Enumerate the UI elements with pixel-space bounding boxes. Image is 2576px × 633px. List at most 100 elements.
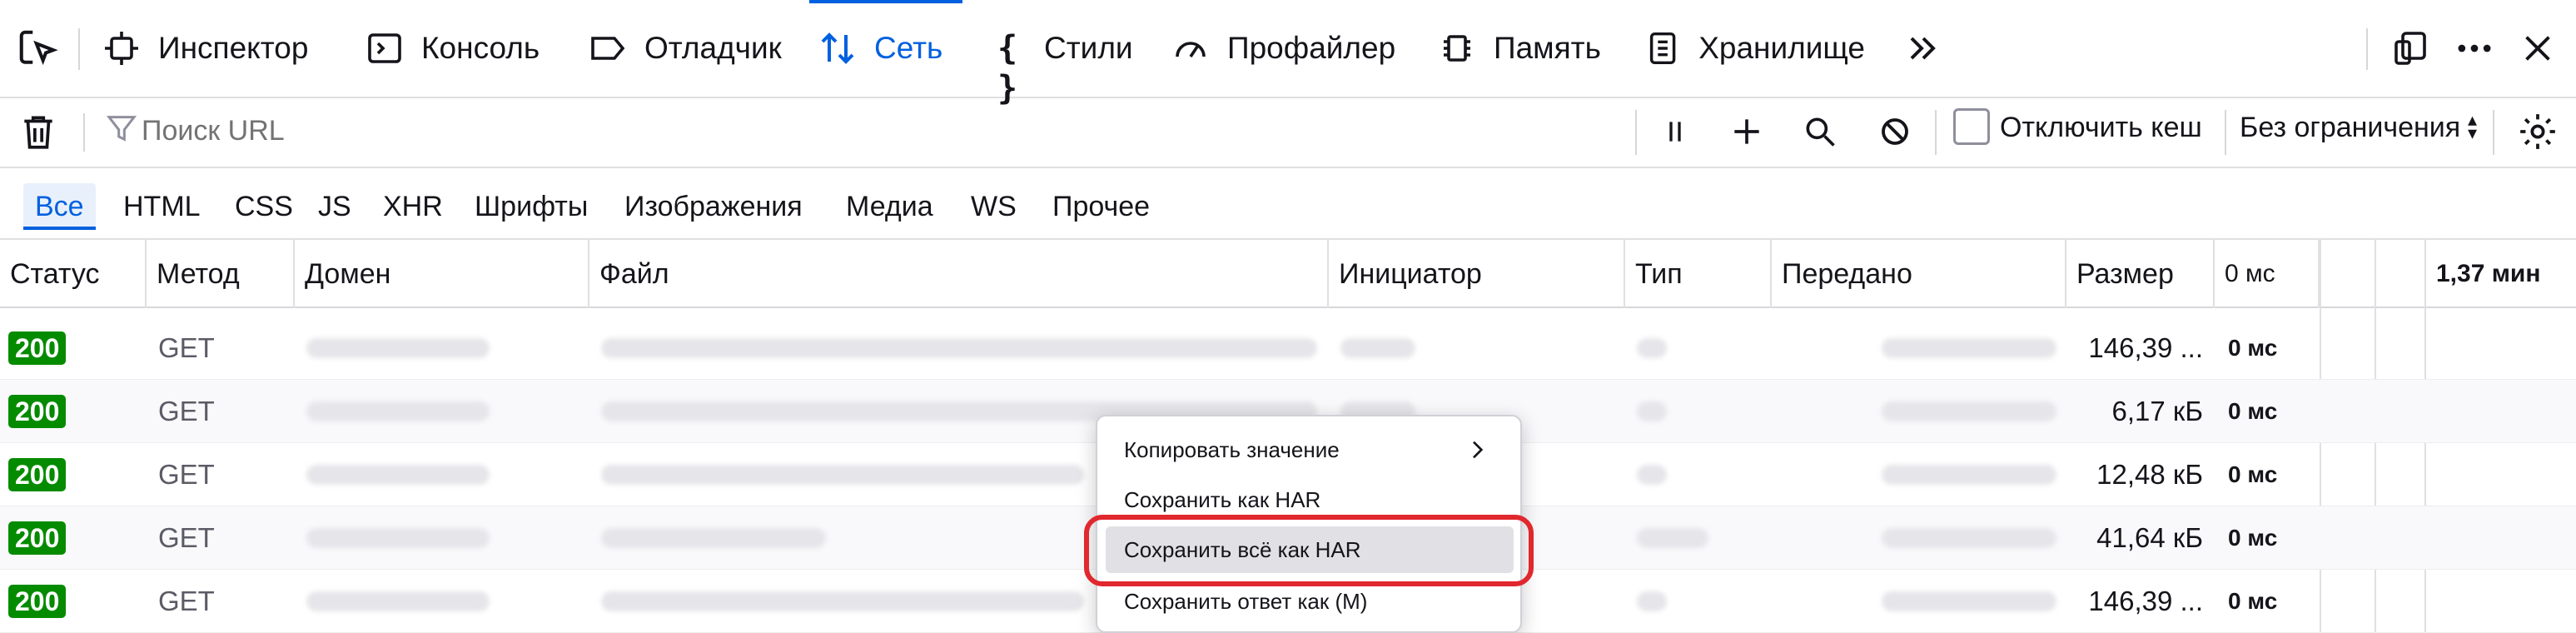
status-badge: 200 — [8, 395, 67, 428]
redacted-domain — [306, 591, 490, 611]
tab-label: Память — [1494, 31, 1601, 65]
block-requests-button[interactable] — [1872, 107, 1918, 157]
table-row[interactable]: 200 GET 146,39 ... 0 мс — [0, 316, 2576, 380]
type-filter-css[interactable]: CSS — [223, 183, 305, 230]
memory-icon — [1444, 35, 1470, 62]
toolbox-menu-button[interactable] — [2449, 25, 2499, 72]
split-console-icon — [2394, 32, 2426, 65]
menu-item-save-response-as[interactable]: Сохранить ответ как (M) — [1106, 578, 1514, 625]
throttling-select[interactable]: Без ограничения — [2240, 112, 2460, 144]
redacted-file — [601, 591, 1084, 611]
tab-label: Стили — [1044, 31, 1133, 65]
tab-debugger[interactable]: Отладчик — [579, 0, 806, 97]
more-tabs-button[interactable] — [1898, 25, 1948, 72]
type-filter-js[interactable]: JS — [306, 183, 363, 230]
redacted-type — [1637, 528, 1708, 548]
search-requests-button[interactable] — [1797, 107, 1843, 157]
tab-profiler[interactable]: Профайлер — [1162, 0, 1410, 97]
tab-label: Консоль — [421, 31, 540, 65]
storage-icon — [1649, 32, 1676, 65]
redacted-type — [1637, 401, 1667, 421]
column-header-file[interactable]: Файл — [589, 240, 1329, 308]
redacted-file — [601, 465, 1084, 485]
redacted-transferred — [1882, 338, 2056, 358]
timing-cell: 0 мс — [2228, 461, 2278, 487]
redacted-transferred — [1882, 591, 2056, 611]
timing-cell: 0 мс — [2228, 525, 2278, 551]
status-badge: 200 — [8, 521, 67, 555]
type-filter-xhr[interactable]: XHR — [371, 183, 455, 230]
size-cell: 12,48 кБ — [2096, 459, 2203, 490]
menu-item-label: Сохранить всё как HAR — [1124, 536, 1361, 562]
type-filter-ws[interactable]: WS — [959, 183, 1028, 230]
type-filter-media[interactable]: Медиа — [834, 183, 945, 230]
column-header-type[interactable]: Тип — [1625, 240, 1772, 308]
close-toolbox-button[interactable] — [2513, 25, 2563, 72]
clear-requests-button[interactable] — [13, 107, 63, 157]
tab-style-editor[interactable]: { } Стили — [979, 0, 1146, 107]
redacted-domain — [306, 465, 490, 485]
column-header-method[interactable]: Метод — [147, 240, 295, 308]
pause-icon — [1669, 122, 1681, 142]
menu-item-label: Копировать значение — [1124, 436, 1340, 462]
filter-icon — [106, 116, 137, 142]
ellipsis-icon — [2458, 44, 2491, 52]
menu-item-save-all-as-har[interactable]: Сохранить всё как HAR — [1106, 526, 1514, 573]
status-badge: 200 — [8, 585, 67, 618]
menu-item-save-as-har[interactable]: Сохранить как HAR — [1106, 476, 1514, 523]
type-filter-fonts[interactable]: Шрифты — [463, 183, 599, 230]
disable-cache-checkbox[interactable] — [1953, 108, 1990, 145]
tab-inspector[interactable]: Инспектор — [93, 0, 370, 97]
tab-storage[interactable]: Хранилище — [1635, 0, 1873, 97]
type-filter-html[interactable]: HTML — [112, 183, 212, 230]
timing-cell: 0 мс — [2228, 398, 2278, 424]
tab-label: Профайлер — [1227, 31, 1396, 65]
tab-label: Отладчик — [644, 31, 782, 65]
type-filter-images[interactable]: Изображения — [613, 183, 814, 230]
toolbar-separator — [83, 113, 85, 152]
column-header-waterfall-end[interactable]: 1,37 мин — [2424, 240, 2576, 308]
element-picker-button[interactable] — [13, 22, 63, 77]
column-header-status[interactable]: Статус — [0, 240, 147, 308]
gear-icon — [2520, 114, 2555, 149]
profiler-icon — [1176, 42, 1206, 57]
tab-memory[interactable]: Память — [1429, 0, 1619, 97]
url-filter-input[interactable] — [142, 107, 1624, 155]
column-header-domain[interactable]: Домен — [295, 240, 589, 308]
toggle-split-console-button[interactable] — [2386, 25, 2436, 72]
close-icon — [2525, 36, 2550, 61]
search-icon — [1806, 117, 1835, 147]
method-cell: GET — [158, 459, 215, 490]
method-cell: GET — [158, 396, 215, 426]
type-filter-other[interactable]: Прочее — [1041, 183, 1161, 230]
network-icon — [821, 32, 854, 64]
tab-network[interactable]: Сеть — [809, 0, 962, 97]
column-header-transferred[interactable]: Передано — [1772, 240, 2066, 308]
chevron-right-icon — [1473, 441, 1484, 459]
inspector-icon — [105, 32, 138, 65]
column-header-initiator[interactable]: Инициатор — [1329, 240, 1625, 308]
size-cell: 146,39 ... — [2088, 586, 2203, 616]
column-header-waterfall-start[interactable]: 0 мс — [2215, 240, 2320, 308]
tab-console[interactable]: Консоль — [356, 0, 563, 97]
size-cell: 41,64 кБ — [2096, 522, 2203, 553]
new-request-button[interactable] — [1723, 107, 1770, 157]
redacted-domain — [306, 338, 490, 358]
column-header-size[interactable]: Размер — [2066, 240, 2215, 308]
debugger-icon — [591, 37, 625, 60]
redacted-transferred — [1882, 401, 2056, 421]
type-filter-all[interactable]: Все — [23, 183, 96, 230]
menu-item-copy-value[interactable]: Копировать значение — [1106, 426, 1514, 473]
status-badge: 200 — [8, 331, 67, 365]
timing-cell: 0 мс — [2228, 335, 2278, 361]
redacted-domain — [306, 401, 490, 421]
redacted-type — [1637, 338, 1667, 358]
disable-cache-label: Отключить кеш — [2000, 112, 2202, 143]
plus-icon — [1734, 119, 1759, 144]
pause-recording-button[interactable] — [1652, 107, 1698, 157]
redacted-type — [1637, 465, 1667, 485]
tab-label: Инспектор — [158, 31, 309, 65]
network-settings-button[interactable] — [2513, 107, 2563, 157]
toolbar-separator — [1635, 110, 1637, 155]
redacted-initiator — [1340, 338, 1415, 358]
